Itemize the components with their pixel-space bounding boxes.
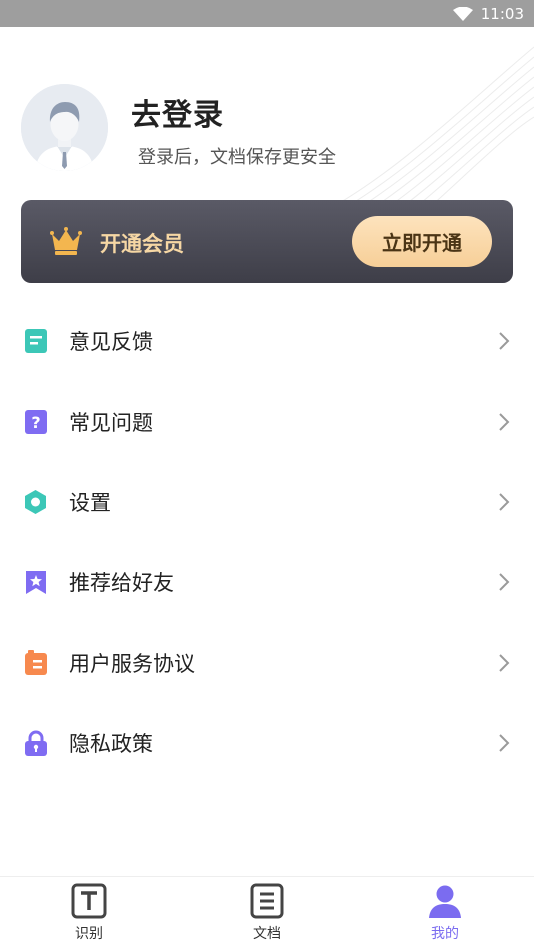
menu-item-user-agreement[interactable]: 用户服务协议 bbox=[0, 623, 534, 703]
bottom-nav: 识别 文档 我的 bbox=[0, 876, 534, 949]
chevron-right-icon bbox=[499, 332, 510, 350]
tab-documents[interactable]: 文档 bbox=[178, 877, 356, 949]
menu-item-label: 常见问题 bbox=[69, 410, 153, 435]
vip-card[interactable]: 开通会员 立即开通 bbox=[21, 200, 513, 283]
menu-item-label: 隐私政策 bbox=[69, 732, 153, 757]
menu-item-faq[interactable]: ? 常见问题 bbox=[0, 381, 534, 461]
star-bookmark-icon bbox=[23, 569, 48, 595]
chevron-right-icon bbox=[499, 493, 510, 511]
feedback-icon bbox=[23, 328, 48, 354]
menu-item-feedback[interactable]: 意见反馈 bbox=[0, 301, 534, 381]
user-icon bbox=[427, 883, 463, 919]
profile-screen: 11:03 去登录 登录后，文档保存更安全 开通会员 立即开通 意见反馈 ? 常… bbox=[0, 0, 534, 949]
document-list-icon bbox=[249, 883, 285, 919]
status-bar: 11:03 bbox=[0, 0, 534, 27]
tab-label: 文档 bbox=[253, 926, 281, 942]
tab-mine[interactable]: 我的 bbox=[356, 877, 534, 949]
menu-item-settings[interactable]: 设置 bbox=[0, 462, 534, 542]
user-avatar-icon bbox=[21, 84, 108, 171]
crown-icon bbox=[50, 227, 82, 255]
decorative-lines bbox=[313, 46, 534, 217]
menu-item-label: 设置 bbox=[69, 490, 111, 515]
avatar[interactable] bbox=[21, 84, 108, 171]
tab-recognize[interactable]: 识别 bbox=[0, 877, 178, 949]
chevron-right-icon bbox=[499, 734, 510, 752]
menu-item-recommend[interactable]: 推荐给好友 bbox=[0, 542, 534, 622]
wifi-icon bbox=[452, 6, 473, 21]
menu-item-label: 推荐给好友 bbox=[69, 571, 174, 596]
chevron-right-icon bbox=[499, 654, 510, 672]
settings-hexagon-icon bbox=[23, 489, 48, 515]
document-icon bbox=[23, 649, 48, 676]
lock-icon bbox=[23, 730, 48, 757]
question-icon: ? bbox=[23, 409, 48, 435]
chevron-right-icon bbox=[499, 573, 510, 592]
menu-list: 意见反馈 ? 常见问题 设置 推荐给好友 用户服务协议 隐私政策 bbox=[0, 301, 534, 783]
svg-text:?: ? bbox=[31, 413, 40, 432]
login-title[interactable]: 去登录 bbox=[131, 90, 224, 134]
activate-vip-button[interactable]: 立即开通 bbox=[352, 216, 492, 267]
tab-label: 识别 bbox=[75, 926, 103, 942]
menu-item-label: 意见反馈 bbox=[69, 330, 153, 355]
login-subtitle: 登录后，文档保存更安全 bbox=[138, 147, 336, 168]
vip-label: 开通会员 bbox=[100, 232, 184, 256]
menu-item-privacy-policy[interactable]: 隐私政策 bbox=[0, 703, 534, 783]
tab-label: 我的 bbox=[431, 926, 459, 942]
chevron-right-icon bbox=[499, 412, 510, 431]
text-recognize-icon bbox=[71, 883, 107, 919]
status-time: 11:03 bbox=[480, 4, 524, 23]
menu-item-label: 用户服务协议 bbox=[69, 651, 195, 676]
